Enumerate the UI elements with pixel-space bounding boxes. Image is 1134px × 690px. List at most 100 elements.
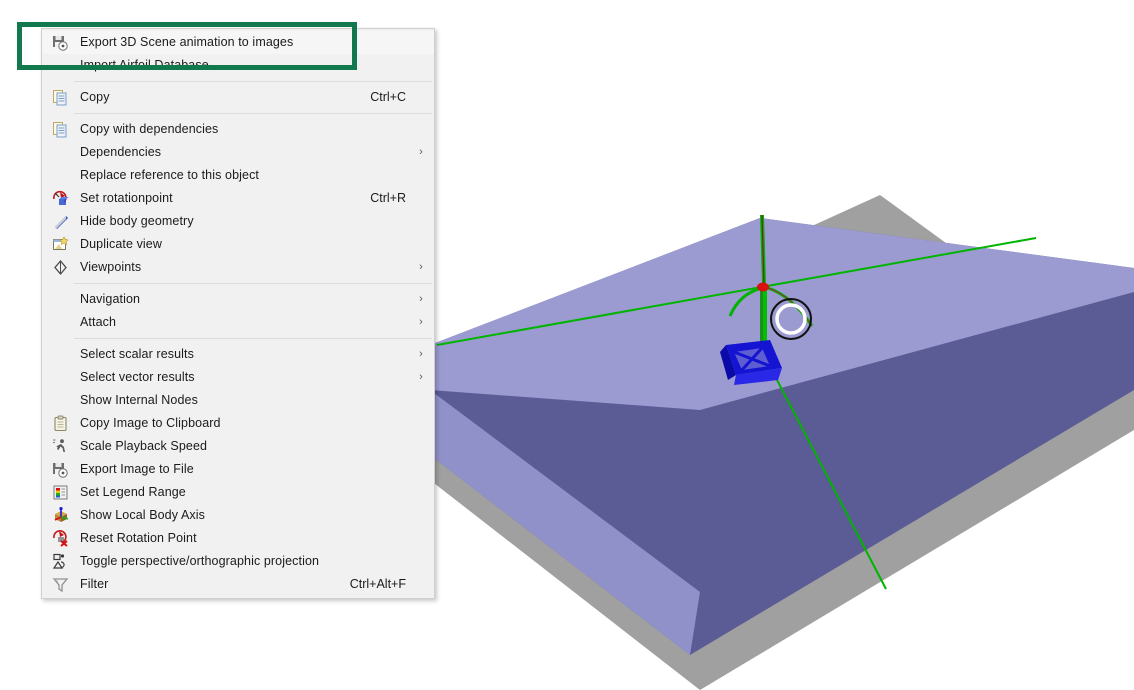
menu-item-icon-slot xyxy=(44,412,76,435)
filter-icon xyxy=(52,576,69,593)
menu-item-label: Duplicate view xyxy=(76,233,406,256)
menu-item-label: Show Local Body Axis xyxy=(76,504,406,527)
chevron-right-icon: › xyxy=(412,311,434,334)
menu-item-replace-reference-to-this-object[interactable]: Replace reference to this object xyxy=(42,164,434,187)
menu-item-label: Copy xyxy=(76,86,370,109)
menu-item-label: Select vector results xyxy=(76,366,406,389)
menu-item-show-local-body-axis[interactable]: Show Local Body Axis xyxy=(42,504,434,527)
menu-item-icon-slot xyxy=(44,481,76,504)
chevron-right-icon: › xyxy=(412,256,434,279)
hide-body-geometry-icon xyxy=(52,213,69,230)
menu-item-label: Reset Rotation Point xyxy=(76,527,406,550)
menu-item-label: Attach xyxy=(76,311,406,334)
menu-separator xyxy=(74,113,432,114)
menu-item-icon-slot xyxy=(44,389,76,412)
menu-item-icon-slot xyxy=(44,573,76,596)
menu-item-label: Navigation xyxy=(76,288,406,311)
menu-item-copy-image-to-clipboard[interactable]: Copy Image to Clipboard xyxy=(42,412,434,435)
menu-item-label: Import Airfoil Database xyxy=(76,54,406,77)
menu-item-label: Toggle perspective/orthographic projecti… xyxy=(76,550,406,573)
menu-item-label: Hide body geometry xyxy=(76,210,406,233)
menu-item-icon-slot xyxy=(44,141,76,164)
menu-item-label: Export Image to File xyxy=(76,458,406,481)
menu-separator xyxy=(74,338,432,339)
menu-item-duplicate-view[interactable]: Duplicate view xyxy=(42,233,434,256)
menu-item-attach[interactable]: Attach › xyxy=(42,311,434,334)
menu-item-icon-slot xyxy=(44,233,76,256)
chevron-right-icon: › xyxy=(412,288,434,311)
export-image-icon xyxy=(52,461,69,478)
menu-item-icon-slot xyxy=(44,118,76,141)
viewpoints-icon xyxy=(52,259,69,276)
menu-item-set-legend-range[interactable]: Set Legend Range xyxy=(42,481,434,504)
menu-item-label: Scale Playback Speed xyxy=(76,435,406,458)
playback-speed-icon xyxy=(52,438,69,455)
menu-item-shortcut: Ctrl+R xyxy=(370,187,412,210)
menu-item-copy[interactable]: CopyCtrl+C xyxy=(42,86,434,109)
menu-item-icon-slot xyxy=(44,86,76,109)
menu-item-copy-with-dependencies[interactable]: Copy with dependencies xyxy=(42,118,434,141)
menu-separator xyxy=(74,81,432,82)
menu-item-set-rotationpoint[interactable]: Set rotationpointCtrl+R xyxy=(42,187,434,210)
menu-item-export-3d-scene-animation-to-images[interactable]: Export 3D Scene animation to images xyxy=(42,31,434,54)
clipboard-icon xyxy=(52,415,69,432)
menu-item-label: Replace reference to this object xyxy=(76,164,406,187)
no-icon xyxy=(52,167,69,184)
export-image-icon xyxy=(52,34,69,51)
menu-item-label: Show Internal Nodes xyxy=(76,389,406,412)
menu-item-label: Copy with dependencies xyxy=(76,118,406,141)
menu-item-icon-slot xyxy=(44,164,76,187)
menu-item-label: Dependencies xyxy=(76,141,406,164)
chevron-right-icon: › xyxy=(412,343,434,366)
no-icon xyxy=(52,144,69,161)
no-icon xyxy=(52,57,69,74)
menu-separator xyxy=(74,283,432,284)
menu-item-select-vector-results[interactable]: Select vector results › xyxy=(42,366,434,389)
menu-item-import-airfoil-database[interactable]: Import Airfoil Database xyxy=(42,54,434,77)
menu-item-icon-slot xyxy=(44,435,76,458)
menu-item-navigation[interactable]: Navigation › xyxy=(42,288,434,311)
water-surface-plane xyxy=(430,218,1134,645)
menu-item-export-image-to-file[interactable]: Export Image to File xyxy=(42,458,434,481)
set-rotationpoint-icon xyxy=(52,190,69,207)
menu-item-icon-slot xyxy=(44,504,76,527)
menu-item-icon-slot xyxy=(44,550,76,573)
legend-range-icon xyxy=(52,484,69,501)
menu-item-shortcut: Ctrl+Alt+F xyxy=(350,573,412,596)
menu-item-icon-slot xyxy=(44,256,76,279)
toggle-projection-icon xyxy=(52,553,69,570)
menu-item-show-internal-nodes[interactable]: Show Internal Nodes xyxy=(42,389,434,412)
menu-item-shortcut: Ctrl+C xyxy=(370,86,412,109)
local-body-axis-icon xyxy=(52,507,69,524)
menu-item-label: Export 3D Scene animation to images xyxy=(76,31,406,54)
menu-item-icon-slot xyxy=(44,31,76,54)
reset-rotation-point-icon xyxy=(52,530,69,547)
no-icon xyxy=(52,369,69,386)
menu-item-icon-slot xyxy=(44,458,76,481)
menu-item-viewpoints[interactable]: Viewpoints› xyxy=(42,256,434,279)
duplicate-view-icon xyxy=(52,236,69,253)
menu-item-toggle-perspective-orthographic-projection[interactable]: Toggle perspective/orthographic projecti… xyxy=(42,550,434,573)
turbine-support-base xyxy=(720,340,782,385)
menu-item-label: Set rotationpoint xyxy=(76,187,370,210)
menu-item-select-scalar-results[interactable]: Select scalar results› xyxy=(42,343,434,366)
menu-item-label: Set Legend Range xyxy=(76,481,406,504)
no-icon xyxy=(52,392,69,409)
context-menu[interactable]: Export 3D Scene animation to imagesImpor… xyxy=(41,28,435,599)
menu-item-scale-playback-speed[interactable]: Scale Playback Speed xyxy=(42,435,434,458)
menu-item-icon-slot xyxy=(44,288,76,311)
menu-item-reset-rotation-point[interactable]: Reset Rotation Point xyxy=(42,527,434,550)
menu-item-icon-slot xyxy=(44,210,76,233)
menu-item-label: Copy Image to Clipboard xyxy=(76,412,406,435)
copy-icon xyxy=(52,121,69,138)
copy-icon xyxy=(52,89,69,106)
no-icon xyxy=(52,291,69,308)
menu-item-filter[interactable]: FilterCtrl+Alt+F xyxy=(42,573,434,596)
menu-item-label: Filter xyxy=(76,573,350,596)
menu-item-hide-body-geometry[interactable]: Hide body geometry xyxy=(42,210,434,233)
chevron-right-icon: › xyxy=(412,366,434,389)
menu-item-icon-slot xyxy=(44,366,76,389)
menu-item-dependencies[interactable]: Dependencies› xyxy=(42,141,434,164)
no-icon xyxy=(52,314,69,331)
menu-item-icon-slot xyxy=(44,343,76,366)
